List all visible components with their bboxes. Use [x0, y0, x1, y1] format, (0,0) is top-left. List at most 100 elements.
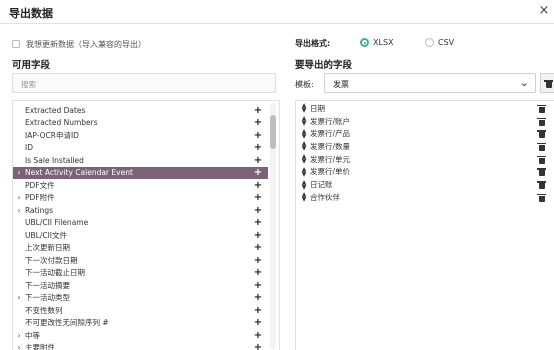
export-field-row[interactable]: ▲ ▼ 发票行/产品 [300, 127, 550, 140]
chevron-right-icon[interactable]: › [13, 206, 25, 215]
available-field-label: 不可更改性无间隙序列 # [25, 318, 109, 328]
available-field-row[interactable]: › Next Activity Calendar Event + [13, 166, 268, 179]
available-field-label: 不变性数列 [25, 305, 63, 315]
chevron-right-icon[interactable]: › [13, 343, 25, 350]
xlsx-radio[interactable] [360, 38, 369, 47]
available-field-row[interactable]: IAP-OCR申请ID + [13, 129, 268, 142]
add-field-icon[interactable]: + [252, 267, 264, 278]
field-search-input[interactable]: 搜索 [12, 73, 276, 93]
available-field-label: Next Activity Calendar Event [25, 168, 133, 178]
update-data-option[interactable]: 我想更新数据（导入兼容的导出） [12, 38, 146, 50]
trash-icon [537, 130, 546, 139]
available-field-row[interactable]: Extracted Numbers + [13, 117, 268, 130]
remove-field-button[interactable] [537, 104, 546, 113]
add-field-icon[interactable]: + [252, 330, 264, 341]
available-field-label: 下一活动摘要 [25, 280, 70, 290]
available-field-row[interactable]: UBL/CII文件 + [13, 229, 268, 242]
update-data-checkbox[interactable] [12, 40, 20, 48]
add-field-icon[interactable]: + [252, 280, 264, 291]
add-field-icon[interactable]: + [252, 142, 264, 153]
dialog-title: 导出数据 [9, 7, 53, 20]
remove-field-button[interactable] [537, 167, 546, 177]
export-field-row[interactable]: ▲ ▼ 发票行/数量 [300, 140, 550, 153]
add-field-icon[interactable]: + [252, 305, 264, 316]
export-field-row[interactable]: ▲ ▼ 合作伙伴 [300, 191, 550, 204]
available-field-row[interactable]: PDF文件 + [13, 179, 268, 192]
available-field-row[interactable]: ID + [13, 142, 268, 155]
chevron-down-icon: ⌄ [519, 76, 529, 89]
remove-field-button[interactable] [537, 193, 546, 202]
scrollbar-thumb[interactable] [270, 115, 276, 149]
add-field-icon[interactable]: + [252, 117, 264, 128]
remove-field-button[interactable] [537, 155, 546, 164]
available-field-row[interactable]: Extracted Dates + [13, 104, 268, 117]
available-field-label: UBL/CII文件 [25, 230, 68, 240]
remove-field-button[interactable] [537, 117, 546, 126]
template-select[interactable]: 发票 ⌄ [324, 73, 536, 93]
trash-icon [537, 117, 546, 126]
available-field-label: 主要附件 [25, 343, 55, 350]
available-field-row[interactable]: 下一次付款日期 + [13, 254, 268, 267]
drag-handle-icon[interactable]: ▲ ▼ [300, 103, 308, 114]
available-field-row[interactable]: › 主要附件 + [13, 342, 268, 350]
available-field-row[interactable]: 不变性数列 + [13, 304, 268, 317]
close-icon[interactable]: × [536, 2, 552, 20]
available-field-row[interactable]: › 下一活动类型 + [13, 292, 268, 305]
available-field-label: ID [25, 143, 33, 153]
add-field-icon[interactable]: + [252, 242, 264, 253]
chevron-right-icon[interactable]: › [13, 168, 25, 177]
chevron-right-icon[interactable]: › [13, 331, 25, 340]
available-field-row[interactable]: › Ratings + [13, 204, 268, 217]
export-field-label: 日期 [310, 103, 325, 113]
chevron-right-icon[interactable]: › [13, 193, 25, 202]
drag-handle-icon[interactable]: ▲ ▼ [300, 192, 308, 203]
available-field-row[interactable]: 不可更改性无间隙序列 # + [13, 317, 268, 330]
xlsx-radio-label[interactable]: XLSX [373, 38, 394, 47]
add-field-icon[interactable]: + [252, 317, 264, 328]
available-field-row[interactable]: › PDF附件 + [13, 192, 268, 205]
add-field-icon[interactable]: + [252, 292, 264, 303]
drag-handle-icon[interactable]: ▲ ▼ [300, 154, 308, 165]
csv-radio-label[interactable]: CSV [438, 38, 454, 47]
drag-handle-icon[interactable]: ▲ ▼ [300, 166, 308, 177]
export-field-row[interactable]: ▲ ▼ 发票行/单价 [300, 166, 550, 179]
export-field-row[interactable]: ▲ ▼ 日期 [300, 102, 550, 115]
available-field-row[interactable]: Is Sale Installed + [13, 154, 268, 167]
csv-radio[interactable] [425, 38, 434, 47]
add-field-icon[interactable]: + [252, 105, 264, 116]
add-field-icon[interactable]: + [252, 342, 264, 350]
update-data-label: 我想更新数据（导入兼容的导出） [26, 39, 146, 49]
available-field-row[interactable]: 上次更新日期 + [13, 242, 268, 255]
add-field-icon[interactable]: + [252, 180, 264, 191]
add-field-icon[interactable]: + [252, 255, 264, 266]
remove-field-button[interactable] [537, 129, 546, 139]
drag-handle-icon[interactable]: ▲ ▼ [300, 141, 308, 152]
export-field-row[interactable]: ▲ ▼ 发票行/账户 [300, 115, 550, 128]
add-field-icon[interactable]: + [252, 155, 264, 166]
remove-field-button[interactable] [537, 142, 546, 151]
export-field-label: 合作伙伴 [310, 192, 340, 202]
add-field-icon[interactable]: + [252, 230, 264, 241]
drag-handle-icon[interactable]: ▲ ▼ [300, 116, 308, 127]
remove-field-button[interactable] [537, 180, 546, 190]
available-field-label: Extracted Dates [25, 105, 86, 115]
fields-scrollbar[interactable] [270, 103, 276, 349]
export-field-label: 发票行/账户 [310, 116, 351, 126]
available-field-row[interactable]: UBL/CII Filename + [13, 217, 268, 230]
add-field-icon[interactable]: + [252, 167, 264, 178]
export-field-row[interactable]: ▲ ▼ 发票行/单元 [300, 153, 550, 166]
drag-handle-icon[interactable]: ▲ ▼ [300, 128, 308, 139]
export-field-row[interactable]: ▲ ▼ 日记账 [300, 178, 550, 191]
available-field-row[interactable]: 下一活动截止日期 + [13, 267, 268, 280]
trash-icon [544, 80, 553, 88]
chevron-right-icon[interactable]: › [13, 293, 25, 302]
add-field-icon[interactable]: + [252, 205, 264, 216]
add-field-icon[interactable]: + [252, 217, 264, 228]
drag-handle-icon[interactable]: ▲ ▼ [300, 179, 308, 190]
available-field-row[interactable]: 下一活动摘要 + [13, 279, 268, 292]
delete-template-button[interactable] [540, 73, 554, 93]
add-field-icon[interactable]: + [252, 130, 264, 141]
add-field-icon[interactable]: + [252, 192, 264, 203]
available-field-row[interactable]: › 中等 + [13, 329, 268, 342]
available-field-label: IAP-OCR申请ID [25, 130, 79, 140]
